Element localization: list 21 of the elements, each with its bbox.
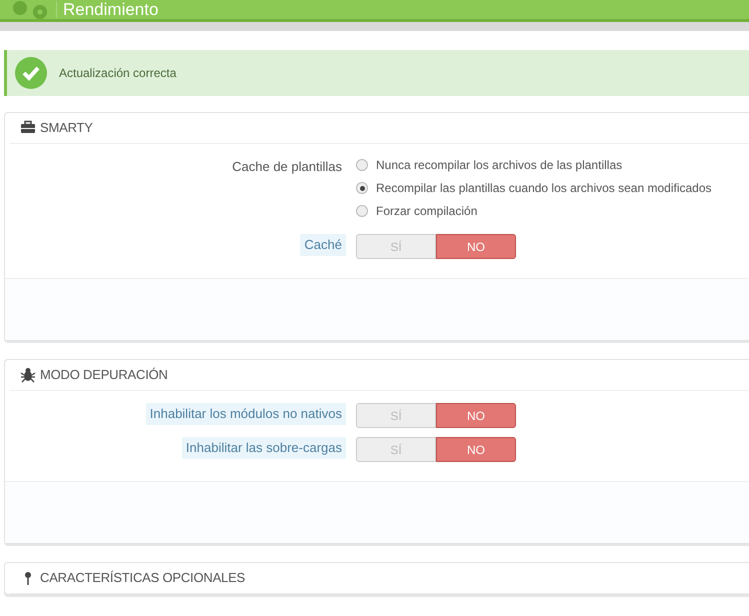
radio-label: Recompilar las plantillas cuando los archivos sean modificados xyxy=(376,180,712,197)
check-circle-icon xyxy=(15,57,47,89)
radio-button[interactable] xyxy=(356,182,368,194)
page-title: Rendimiento xyxy=(56,1,158,18)
switch-option[interactable]: NO xyxy=(436,437,516,462)
switch-option[interactable]: NO xyxy=(436,403,516,428)
field-label: Inhabilitar las sobre-cargas xyxy=(182,437,346,458)
bug-icon xyxy=(20,367,36,383)
field-label: Caché xyxy=(300,234,346,256)
panel-title: SMARTY xyxy=(40,119,93,138)
briefcase-icon xyxy=(20,120,36,136)
alert-message: Actualización correcta xyxy=(59,65,176,82)
panel-title: MODO DEPURACIÓN xyxy=(40,366,168,384)
panel-title: CARACTERÍSTICAS OPCIONALES xyxy=(40,569,246,588)
field-label: Inhabilitar los módulos no nativos xyxy=(146,403,346,424)
radio-label: Forzar compilación xyxy=(376,203,478,220)
radio-button[interactable] xyxy=(356,205,368,217)
field-label: Cache de plantillas xyxy=(231,158,343,176)
radio-label: Nunca recompilar los archivos de las plantillas xyxy=(376,157,622,174)
radio-button[interactable] xyxy=(356,159,368,171)
switch-option[interactable]: NO xyxy=(436,234,516,259)
